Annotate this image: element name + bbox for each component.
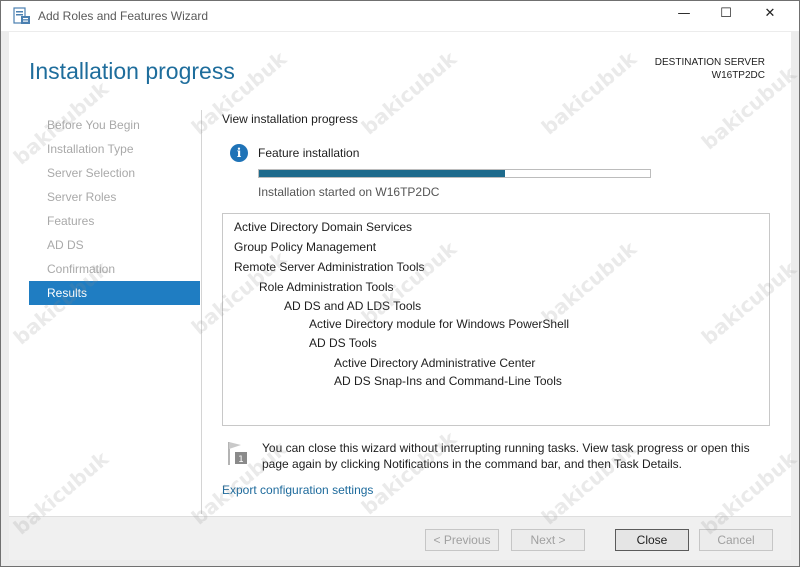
progress-fill bbox=[259, 170, 506, 177]
nav-item-before-you-begin: Before You Begin bbox=[47, 118, 140, 132]
list-item: Active Directory Domain Services bbox=[234, 220, 413, 234]
installation-progress-bar bbox=[258, 169, 651, 178]
next-button[interactable]: Next > bbox=[511, 529, 585, 551]
title-bar[interactable]: Add Roles and Features Wizard — ☐ ✕ bbox=[1, 1, 799, 31]
list-item: AD DS and AD LDS Tools bbox=[284, 298, 422, 313]
wizard-footer: < Previous Next > Close Cancel bbox=[9, 516, 791, 560]
minimize-icon: — bbox=[677, 5, 691, 21]
notification-badge: 1 bbox=[238, 455, 244, 465]
maximize-icon: ☐ bbox=[720, 5, 732, 21]
view-progress-label: View installation progress bbox=[222, 112, 358, 126]
destination-server-name: W16TP2DC bbox=[711, 70, 765, 81]
feature-installation-label: Feature installation bbox=[258, 146, 360, 160]
close-button[interactable]: Close bbox=[615, 529, 689, 551]
results-list[interactable]: Active Directory Domain Services Group P… bbox=[222, 213, 770, 426]
wizard-content: Installation progress DESTINATION SERVER… bbox=[9, 32, 791, 516]
previous-button[interactable]: < Previous bbox=[425, 529, 499, 551]
close-icon: ✕ bbox=[764, 5, 776, 21]
cancel-button[interactable]: Cancel bbox=[699, 529, 773, 551]
list-item: Group Policy Management bbox=[234, 240, 377, 254]
notification-flag-icon: 1 bbox=[228, 442, 247, 465]
close-window-button[interactable]: ✕ bbox=[747, 1, 793, 25]
nav-item-results[interactable]: Results bbox=[29, 281, 200, 305]
installation-started-text: Installation started on W16TP2DC bbox=[258, 185, 440, 199]
maximize-button[interactable]: ☐ bbox=[705, 1, 747, 25]
nav-item-features: Features bbox=[47, 214, 95, 228]
close-wizard-note: You can close this wizard without interr… bbox=[262, 441, 750, 471]
nav-item-confirmation: Confirmation bbox=[47, 262, 116, 276]
nav-item-installation-type: Installation Type bbox=[47, 142, 134, 156]
list-item: Remote Server Administration Tools bbox=[234, 260, 425, 274]
nav-item-server-selection: Server Selection bbox=[47, 166, 136, 180]
export-configuration-link[interactable]: Export configuration settings bbox=[222, 483, 373, 497]
list-item: Role Administration Tools bbox=[259, 280, 394, 294]
page-title: Installation progress bbox=[29, 58, 235, 84]
nav-item-ad-ds: AD DS bbox=[47, 238, 84, 252]
nav-item-server-roles: Server Roles bbox=[47, 190, 117, 204]
list-item: Active Directory Administrative Center bbox=[334, 355, 536, 370]
list-item: Active Directory module for Windows Powe… bbox=[309, 317, 570, 331]
nav-divider bbox=[201, 110, 202, 514]
server-manager-icon bbox=[13, 7, 30, 24]
wizard-nav: Before You Begin Installation Type Serve… bbox=[29, 113, 200, 305]
info-icon: i bbox=[230, 144, 248, 162]
wizard-window: Add Roles and Features Wizard — ☐ ✕ Inst… bbox=[0, 0, 800, 567]
list-item: AD DS Snap-Ins and Command-Line Tools bbox=[334, 374, 562, 388]
window-title: Add Roles and Features Wizard bbox=[38, 9, 209, 23]
list-item: AD DS Tools bbox=[309, 335, 377, 350]
minimize-button[interactable]: — bbox=[663, 1, 705, 25]
destination-server-label: DESTINATION SERVER bbox=[654, 57, 765, 68]
